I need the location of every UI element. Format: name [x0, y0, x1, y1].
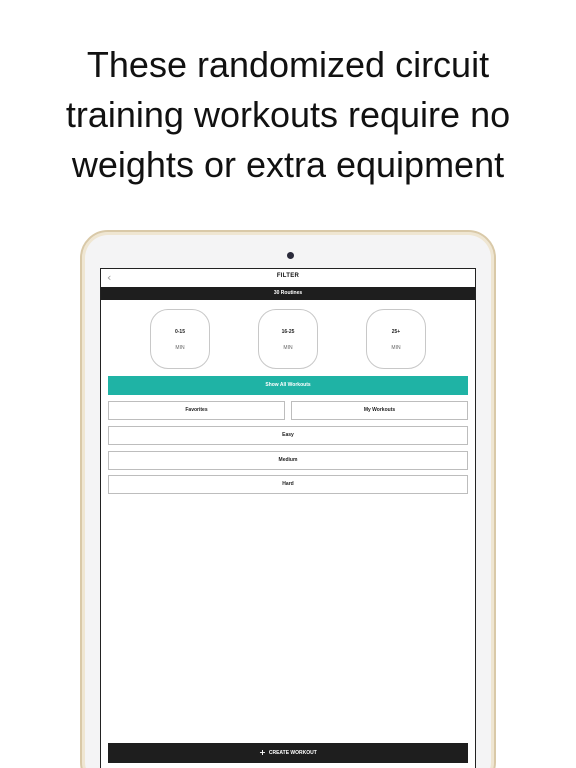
page-title: FILTER — [276, 273, 300, 279]
difficulty-hard-button[interactable]: Hard — [108, 475, 468, 494]
duration-0-15-button[interactable]: 0-15 MIN — [150, 309, 210, 369]
headline-line-1: These randomized circuit — [86, 44, 490, 85]
duration-16-25-button[interactable]: 16-25 MIN — [258, 309, 318, 369]
marketing-headline: These randomized circuit training workou… — [0, 40, 576, 190]
duration-unit: MIN — [175, 345, 185, 351]
headline-line-3: weights or extra equipment — [71, 144, 505, 185]
difficulty-easy-button[interactable]: Easy — [108, 426, 468, 445]
duration-range: 0-15 — [174, 329, 185, 335]
duration-range: 25+ — [391, 329, 401, 335]
camera-dot — [287, 252, 294, 259]
headline-line-2: training workouts require no — [65, 94, 511, 135]
duration-unit: MIN — [283, 345, 293, 351]
duration-range: 16-25 — [281, 329, 295, 335]
duration-unit: MIN — [391, 345, 401, 351]
favorites-button[interactable]: Favorites — [108, 401, 285, 420]
app-screen: ‹ FILTER 30 Routines 0-15 MIN 16-25 MIN … — [100, 268, 476, 768]
show-all-workouts-button[interactable]: Show All Workouts — [108, 376, 468, 395]
my-workouts-button[interactable]: My Workouts — [291, 401, 468, 420]
plus-icon: + — [259, 748, 266, 757]
create-workout-button[interactable]: + CREATE WORKOUT — [108, 743, 468, 763]
create-workout-label: CREATE WORKOUT — [268, 750, 317, 756]
nav-bar: ‹ FILTER — [101, 269, 475, 287]
routines-count-bar: 30 Routines — [101, 287, 475, 300]
difficulty-medium-button[interactable]: Medium — [108, 451, 468, 470]
duration-25-plus-button[interactable]: 25+ MIN — [366, 309, 426, 369]
